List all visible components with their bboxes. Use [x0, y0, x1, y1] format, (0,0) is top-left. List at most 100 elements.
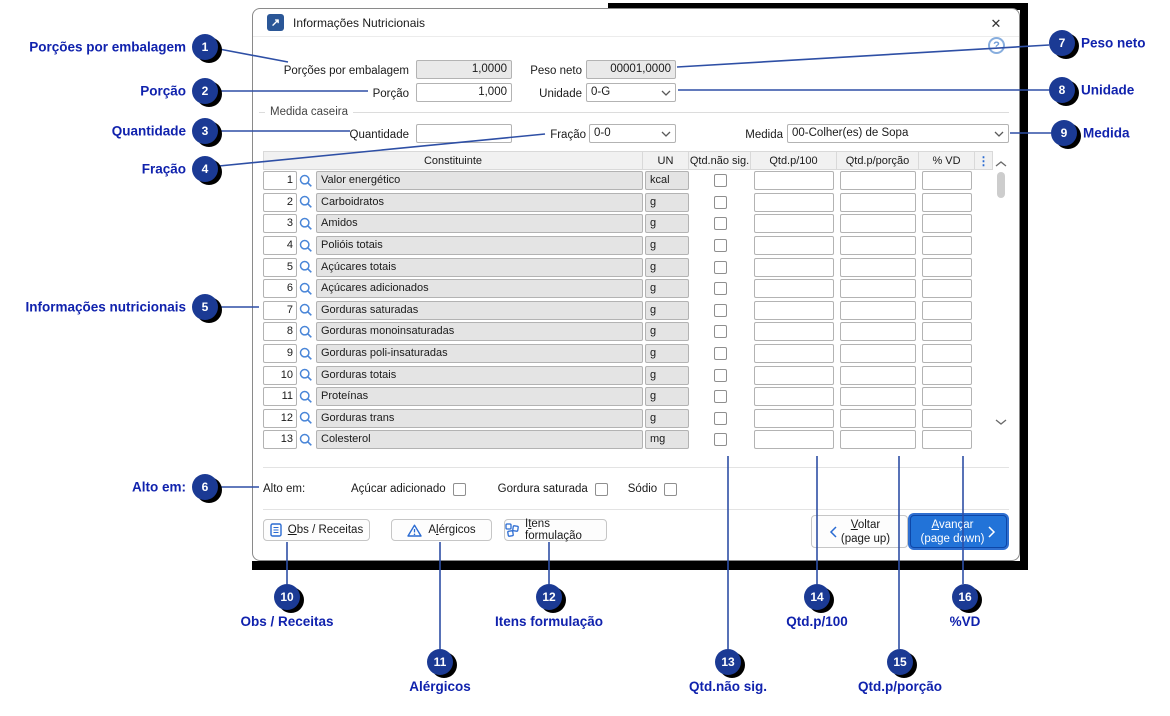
qtd-p100-input[interactable]	[754, 192, 834, 212]
qtd-p100-input[interactable]	[754, 365, 834, 385]
search-icon[interactable]	[297, 344, 315, 363]
constituinte-field[interactable]: Gorduras poli-insaturadas	[316, 344, 643, 364]
qtd-nao-sig-checkbox[interactable]	[713, 260, 727, 274]
qtd-nao-sig-checkbox[interactable]	[713, 195, 727, 209]
vd-input[interactable]	[922, 430, 972, 450]
qtd-pporcao-input[interactable]	[840, 257, 916, 277]
qtd-pporcao-input[interactable]	[840, 279, 916, 299]
qtd-nao-sig-checkbox[interactable]	[713, 174, 727, 188]
qtd-pporcao-input[interactable]	[840, 365, 916, 385]
scroll-up-icon[interactable]	[995, 155, 1007, 173]
qtd-pporcao-input[interactable]	[840, 214, 916, 234]
constituinte-field[interactable]: Açúcares adicionados	[316, 279, 643, 299]
qtd-p100-input[interactable]	[754, 257, 834, 277]
search-icon[interactable]	[297, 236, 315, 255]
itens-formulacao-button[interactable]: Itens formulação	[504, 518, 607, 542]
qtd-pporcao-input[interactable]	[840, 300, 916, 320]
scrollbar-thumb[interactable]	[997, 172, 1005, 198]
qtd-nao-sig-checkbox[interactable]	[713, 368, 727, 382]
search-icon[interactable]	[297, 366, 315, 385]
search-icon[interactable]	[297, 409, 315, 428]
search-icon[interactable]	[297, 301, 315, 320]
qtd-p100-input[interactable]	[754, 236, 834, 256]
search-icon[interactable]	[297, 322, 315, 341]
qtd-pporcao-input[interactable]	[840, 322, 916, 342]
vd-input[interactable]	[922, 408, 972, 428]
qtd-nao-sig-checkbox[interactable]	[713, 390, 727, 404]
qtd-p100-input[interactable]	[754, 344, 834, 364]
constituinte-field[interactable]: Gorduras trans	[316, 408, 643, 428]
un-field: g	[645, 214, 689, 234]
qtd-nao-sig-checkbox[interactable]	[713, 282, 727, 296]
acucar-adicionado-checkbox[interactable]	[452, 482, 466, 496]
alergicos-button[interactable]: Alérgicos	[391, 519, 492, 541]
vd-input[interactable]	[922, 300, 972, 320]
qtd-p100-input[interactable]	[754, 214, 834, 234]
qtd-pporcao-input[interactable]	[840, 408, 916, 428]
peso-neto-field[interactable]: 00001,0000	[586, 60, 676, 79]
vd-input[interactable]	[922, 387, 972, 407]
search-icon[interactable]	[297, 193, 315, 212]
callout-label-9: Medida	[1083, 125, 1130, 141]
gordura-saturada-checkbox[interactable]	[594, 482, 608, 496]
constituinte-field[interactable]: Gorduras saturadas	[316, 300, 643, 320]
qtd-nao-sig-checkbox[interactable]	[713, 347, 727, 361]
qtd-pporcao-input[interactable]	[840, 236, 916, 256]
qtd-nao-sig-checkbox[interactable]	[713, 325, 727, 339]
qtd-p100-input[interactable]	[754, 387, 834, 407]
qtd-pporcao-input[interactable]	[840, 192, 916, 212]
column-menu-icon[interactable]: ⋮	[974, 151, 993, 170]
fracao-select[interactable]: 0-0	[589, 124, 676, 143]
qtd-pporcao-input[interactable]	[840, 171, 916, 191]
unidade-select[interactable]: 0-G	[586, 83, 676, 102]
qtd-nao-sig-checkbox[interactable]	[713, 217, 727, 231]
qtd-p100-input[interactable]	[754, 279, 834, 299]
qtd-nao-sig-checkbox[interactable]	[713, 239, 727, 253]
constituinte-field[interactable]: Valor energético	[316, 171, 643, 191]
qtd-p100-input[interactable]	[754, 430, 834, 450]
vd-input[interactable]	[922, 322, 972, 342]
vd-input[interactable]	[922, 279, 972, 299]
help-icon[interactable]: ?	[988, 37, 1005, 54]
search-icon[interactable]	[297, 430, 315, 449]
constituinte-field[interactable]: Colesterol	[316, 430, 643, 450]
constituinte-field[interactable]: Polióis totais	[316, 236, 643, 256]
constituinte-field[interactable]: Gorduras monoinsaturadas	[316, 322, 643, 342]
vd-input[interactable]	[922, 344, 972, 364]
qtd-p100-input[interactable]	[754, 322, 834, 342]
constituinte-field[interactable]: Gorduras totais	[316, 365, 643, 385]
vd-input[interactable]	[922, 257, 972, 277]
qtd-pporcao-input[interactable]	[840, 430, 916, 450]
header-qtd-p100: Qtd.p/100	[750, 151, 837, 170]
constituinte-field[interactable]: Açúcares totais	[316, 257, 643, 277]
sodio-checkbox[interactable]	[664, 482, 678, 496]
vd-input[interactable]	[922, 171, 972, 191]
constituinte-field[interactable]: Proteínas	[316, 387, 643, 407]
search-icon[interactable]	[297, 171, 315, 190]
constituinte-field[interactable]: Carboidratos	[316, 192, 643, 212]
qtd-nao-sig-checkbox[interactable]	[713, 303, 727, 317]
qtd-pporcao-input[interactable]	[840, 344, 916, 364]
qtd-pporcao-input[interactable]	[840, 387, 916, 407]
search-icon[interactable]	[297, 214, 315, 233]
qtd-nao-sig-checkbox[interactable]	[713, 433, 727, 447]
search-icon[interactable]	[297, 387, 315, 406]
vd-input[interactable]	[922, 365, 972, 385]
qtd-p100-input[interactable]	[754, 300, 834, 320]
search-icon[interactable]	[297, 279, 315, 298]
medida-select[interactable]: 00-Colher(es) de Sopa	[787, 124, 1009, 143]
vd-input[interactable]	[922, 236, 972, 256]
qtd-nao-sig-checkbox[interactable]	[713, 411, 727, 425]
obs-receitas-button[interactable]: Obs / Receitas	[263, 519, 370, 541]
table-scrollbar[interactable]	[994, 153, 1009, 431]
qtd-p100-input[interactable]	[754, 408, 834, 428]
voltar-button[interactable]: Voltar (page up)	[811, 515, 908, 548]
vd-input[interactable]	[922, 192, 972, 212]
constituinte-field[interactable]: Amidos	[316, 214, 643, 234]
scroll-down-icon[interactable]	[995, 413, 1007, 431]
close-icon[interactable]: ✕	[983, 12, 1009, 35]
avancar-button[interactable]: Avançar (page down)	[910, 515, 1007, 548]
search-icon[interactable]	[297, 258, 315, 277]
vd-input[interactable]	[922, 214, 972, 234]
qtd-p100-input[interactable]	[754, 171, 834, 191]
